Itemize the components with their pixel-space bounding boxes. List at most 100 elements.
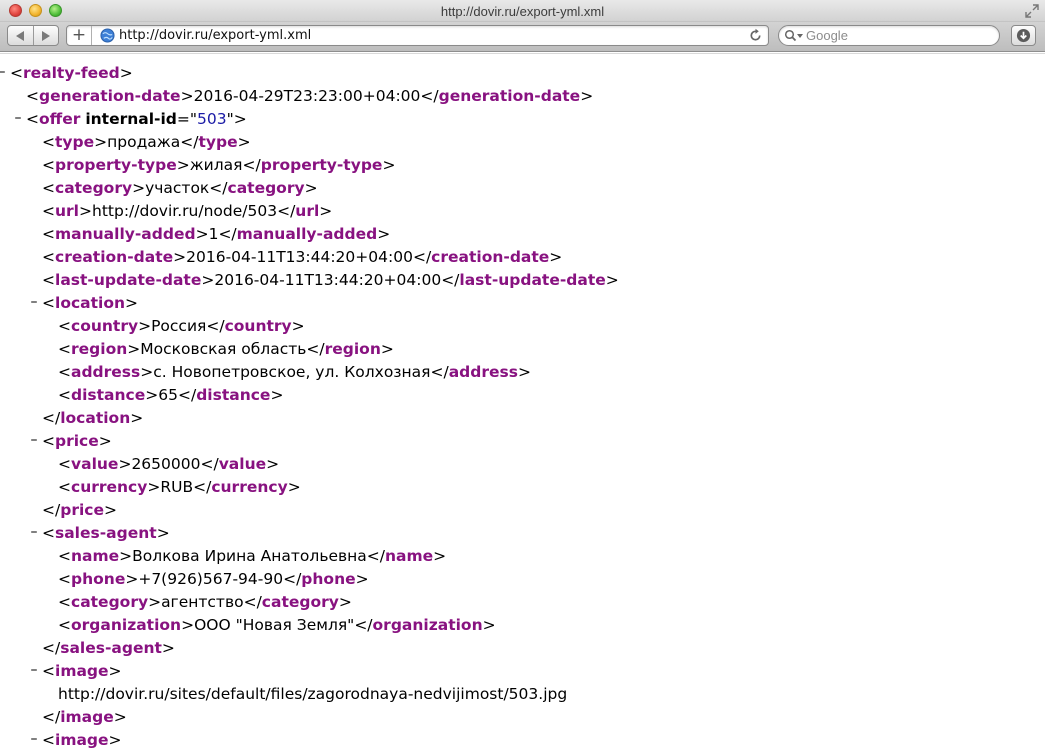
tag-name: manually-added: [55, 225, 196, 243]
tag-name: property-type: [55, 156, 177, 174]
search-input[interactable]: [806, 27, 991, 44]
globe-icon: [100, 28, 115, 43]
url-field[interactable]: http://dovir.ru/export-yml.xml: [119, 28, 311, 43]
angle-bracket: <: [58, 455, 71, 473]
angle-bracket: >: [291, 317, 305, 335]
angle-bracket: >: [580, 87, 594, 105]
angle-bracket: <: [42, 225, 55, 243]
xml-line: </price>: [0, 501, 1045, 524]
angle-bracket: >: [605, 271, 619, 289]
angle-bracket: </: [412, 248, 432, 266]
tag-name: property-type: [260, 156, 383, 174]
angle-bracket: <: [58, 593, 71, 611]
angle-bracket: <: [42, 662, 55, 680]
tag-name: region: [324, 340, 381, 358]
xml-line: <distance>65</distance>: [0, 386, 1045, 409]
angle-bracket: </: [243, 593, 262, 611]
xml-line: <creation-date>2016-04-11T13:44:20+04:00…: [0, 248, 1045, 271]
angle-bracket: >: [195, 225, 209, 243]
angle-bracket: >: [304, 179, 318, 197]
angle-bracket: <: [58, 478, 71, 496]
angle-bracket: >: [145, 386, 159, 404]
element-text: ООО "Новая Земля": [194, 616, 355, 634]
angle-bracket: </: [441, 271, 460, 289]
collapse-toggle[interactable]: –: [29, 432, 39, 448]
angle-bracket: </: [42, 409, 61, 427]
forward-button[interactable]: [32, 26, 59, 45]
xml-line: <country>Россия</country>: [0, 317, 1045, 340]
angle-bracket: <: [26, 87, 39, 105]
tag-name: address: [71, 363, 141, 381]
attribute-quote: =": [176, 110, 197, 128]
collapse-toggle[interactable]: –: [13, 110, 23, 126]
angle-bracket: >: [125, 294, 139, 312]
angle-bracket: >: [180, 87, 194, 105]
angle-bracket: </: [209, 179, 228, 197]
angle-bracket: >: [380, 340, 394, 358]
collapse-toggle[interactable]: –: [29, 662, 39, 678]
search-bar[interactable]: [778, 25, 1000, 46]
download-icon: [1016, 28, 1031, 43]
angle-bracket: >: [482, 616, 496, 634]
xml-line: <last-update-date>2016-04-11T13:44:20+04…: [0, 271, 1045, 294]
angle-bracket: <: [42, 731, 55, 749]
tag-name: category: [71, 593, 149, 611]
angle-bracket: </: [177, 386, 197, 404]
collapse-toggle[interactable]: –: [29, 731, 39, 747]
xml-line: <value>2650000</value>: [0, 455, 1045, 478]
xml-line: <type>продажа</type>: [0, 133, 1045, 156]
angle-bracket: <: [58, 363, 71, 381]
tag-name: image: [55, 731, 109, 749]
add-bookmark-button[interactable]: +: [67, 26, 92, 45]
angle-bracket: >: [233, 110, 247, 128]
angle-bracket: >: [377, 225, 391, 243]
xml-line: –<realty-feed>: [0, 64, 1045, 87]
tag-name: last-update-date: [459, 271, 606, 289]
xml-line: <region>Московская область</region>: [0, 340, 1045, 363]
xml-line: http://dovir.ru/sites/default/files/zago…: [0, 685, 1045, 708]
angle-bracket: </: [200, 455, 219, 473]
search-icon[interactable]: [784, 29, 804, 43]
back-button[interactable]: [8, 26, 33, 45]
collapse-toggle[interactable]: –: [0, 64, 7, 80]
angle-bracket: </: [420, 87, 439, 105]
tag-name: value: [218, 455, 267, 473]
angle-bracket: >: [138, 317, 152, 335]
element-text: жилая: [189, 156, 243, 174]
angle-bracket: </: [180, 133, 199, 151]
element-text: с. Новопетровское, ул. Колхозная: [153, 363, 431, 381]
angle-bracket: </: [42, 639, 61, 657]
forward-arrow-icon: [41, 30, 50, 41]
angle-bracket: >: [94, 133, 108, 151]
angle-bracket: <: [58, 340, 71, 358]
angle-bracket: <: [42, 133, 55, 151]
tag-name: address: [448, 363, 518, 381]
tag-name: currency: [211, 478, 288, 496]
xml-line: <url>http://dovir.ru/node/503</url>: [0, 202, 1045, 225]
angle-bracket: </: [42, 708, 61, 726]
collapse-toggle[interactable]: –: [29, 524, 39, 540]
tag-name: location: [60, 409, 131, 427]
angle-bracket: >: [132, 179, 146, 197]
angle-bracket: </: [193, 478, 212, 496]
angle-bracket: >: [79, 202, 92, 220]
angle-bracket: >: [266, 455, 280, 473]
angle-bracket: >: [517, 363, 531, 381]
element-text: RUB: [160, 478, 194, 496]
tag-name: url: [295, 202, 320, 220]
angle-bracket: </: [277, 202, 296, 220]
title-bar: http://dovir.ru/export-yml.xml: [0, 0, 1045, 22]
angle-bracket: >: [108, 662, 122, 680]
collapse-toggle[interactable]: –: [29, 294, 39, 310]
tag-name: phone: [71, 570, 126, 588]
tag-name: region: [71, 340, 128, 358]
tag-name: manually-added: [236, 225, 378, 243]
downloads-button[interactable]: [1011, 25, 1036, 46]
reload-icon[interactable]: [748, 28, 763, 43]
fullscreen-icon[interactable]: [1025, 4, 1039, 18]
tag-name: url: [55, 202, 79, 220]
xml-line: </location>: [0, 409, 1045, 432]
tag-name: generation-date: [438, 87, 581, 105]
browser-window: http://dovir.ru/export-yml.xml + http://…: [0, 0, 1045, 752]
address-bar[interactable]: + http://dovir.ru/export-yml.xml: [66, 25, 769, 46]
